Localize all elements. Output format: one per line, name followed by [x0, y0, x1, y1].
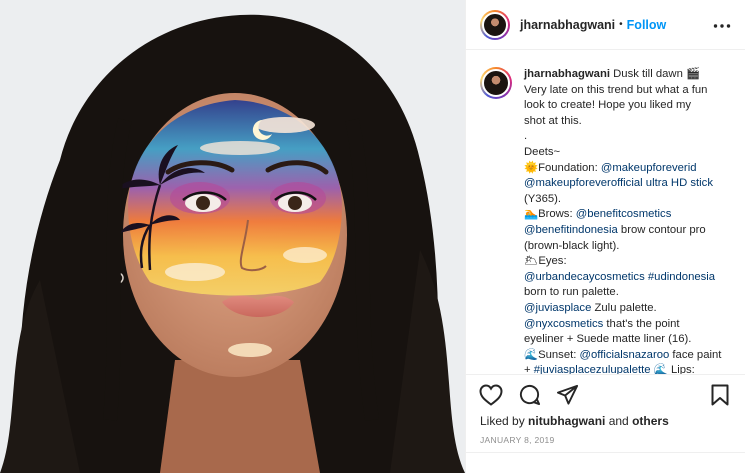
caption-line-text: Dusk till dawn 🎬 [613, 68, 701, 80]
caption-mention-link[interactable]: @makeupforeverid [601, 162, 697, 174]
author-avatar[interactable] [480, 9, 510, 40]
caption-line: @benefitindonesia brow contour pro [524, 223, 706, 236]
caption-line: . [524, 130, 528, 143]
author-username[interactable]: jharnabhagwani [520, 18, 615, 32]
share-icon[interactable] [554, 382, 580, 408]
caption-mention-link[interactable]: @nyxcosmetics [524, 318, 603, 330]
likes-summary: Liked by nitubhagwani and others [480, 414, 669, 428]
heart-icon[interactable] [478, 382, 504, 408]
caption-line: @nyxcosmetics that's the point [524, 317, 680, 330]
post-header: jharnabhagwani • Follow [466, 0, 745, 50]
likes-others-link[interactable]: others [632, 414, 669, 428]
caption-mention-link[interactable]: @juviasplace [524, 302, 591, 314]
caption-line: Very late on this trend but what a fun [524, 83, 708, 96]
bookmark-icon[interactable] [707, 382, 733, 408]
liked-by-user-link[interactable]: nitubhagwani [528, 414, 605, 428]
caption-line: 🌞Foundation: @makeupforeverid [524, 161, 697, 174]
likes-prefix: Liked by [480, 414, 529, 428]
caption-line: eyeliner + Suede matte liner (16). [524, 333, 692, 346]
likes-middle: and [605, 414, 633, 428]
caption-line: Deets~ [524, 145, 561, 158]
caption-mention-link[interactable]: @urbandecaycosmetics [524, 271, 645, 283]
caption-mention-link[interactable]: @makeupforeverofficial [524, 177, 643, 189]
caption-line: shot at this. [524, 114, 582, 127]
divider [466, 452, 745, 453]
header-separator: • [619, 19, 623, 30]
caption-line: 🏊Brows: @benefitcosmetics [524, 208, 672, 221]
caption-line: @juviasplace Zulu palette. [524, 301, 657, 314]
caption-mention-link[interactable]: #juviasplacezulupalette [534, 364, 651, 374]
caption-mention-link[interactable]: @benefitindonesia [524, 224, 618, 236]
instagram-post: jharnabhagwani • Follow jharnabhagwani D… [0, 0, 745, 473]
caption-line: (Y365). [524, 192, 562, 205]
caption-username[interactable]: jharnabhagwani [524, 68, 610, 80]
caption-comment: jharnabhagwani Dusk till dawn 🎬 Very lat… [480, 67, 731, 374]
caption-author-avatar[interactable] [480, 67, 512, 99]
makeup-portrait-image [0, 0, 465, 473]
caption-line: look to create! Hope you liked my [524, 99, 692, 112]
caption-text: jharnabhagwani Dusk till dawn 🎬 Very lat… [524, 67, 731, 374]
caption-line[interactable]: @urbandecaycosmetics #udindonesia [524, 270, 731, 286]
post-date[interactable]: JANUARY 8, 2019 [480, 435, 555, 445]
caption-line: born to run palette. [524, 286, 619, 299]
follow-button[interactable]: Follow [627, 18, 667, 32]
caption-line: 🌥Eyes: [524, 255, 567, 268]
action-bar [466, 374, 745, 414]
more-options-icon[interactable] [713, 16, 731, 34]
caption-line: jharnabhagwani Dusk till dawn 🎬 [524, 67, 731, 83]
caption-line: + #juviasplacezulupalette 🌊 Lips: [524, 363, 731, 374]
comment-icon[interactable] [516, 382, 542, 408]
caption-line: 🌊Sunset: @officialsnazaroo face paint [524, 348, 722, 361]
comments-section[interactable]: jharnabhagwani Dusk till dawn 🎬 Very lat… [466, 51, 745, 374]
caption-mention-link[interactable]: @officialsnazaroo [580, 349, 670, 361]
caption-mention-link[interactable]: @benefitcosmetics [576, 208, 672, 220]
post-details-panel: jharnabhagwani • Follow jharnabhagwani D… [465, 0, 745, 473]
post-photo[interactable] [0, 0, 465, 473]
caption-mention-link[interactable]: #udindonesia [648, 271, 715, 283]
caption-line[interactable]: @makeupforeverofficial ultra HD stick [524, 176, 731, 192]
caption-line: (brown-black light). [524, 239, 620, 252]
